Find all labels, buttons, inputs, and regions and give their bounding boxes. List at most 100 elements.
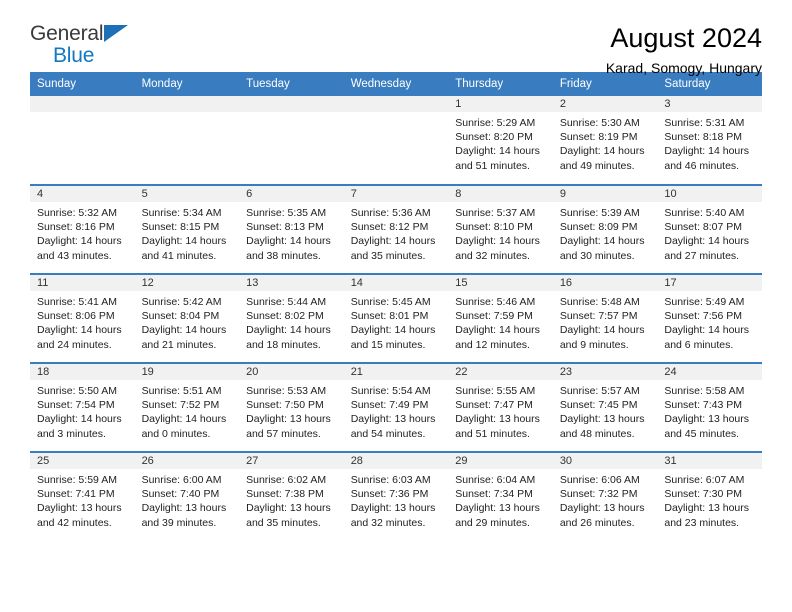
day-cell[interactable]: 27 Sunrise: 6:02 AM Sunset: 7:38 PM Dayligh… xyxy=(239,451,344,541)
day-daylight1-text: Daylight: 14 hours xyxy=(37,235,122,248)
day-sunset-text: Sunset: 8:18 PM xyxy=(664,131,743,144)
day-details: Sunrise: 5:34 AM Sunset: 8:15 PM Daylight:… xyxy=(135,202,240,263)
day-daylight1-text: Daylight: 13 hours xyxy=(455,502,540,515)
day-sunset-text: Sunset: 7:57 PM xyxy=(559,310,638,323)
day-cell[interactable]: 9 Sunrise: 5:39 AM Sunset: 8:09 PM Daylight… xyxy=(552,184,658,274)
day-sunrise-text: Sunrise: 6:06 AM xyxy=(559,474,640,486)
day-cell[interactable]: 26 Sunrise: 6:00 AM Sunset: 7:40 PM Dayligh… xyxy=(134,451,240,541)
day-cell[interactable]: 15 Sunrise: 5:46 AM Sunset: 7:59 PM Dayligh… xyxy=(448,273,553,363)
day-number: 14 xyxy=(343,275,449,291)
day-details: Sunrise: 5:39 AM Sunset: 8:09 PM Daylight:… xyxy=(553,202,658,263)
day-daylight2-text: and 41 minutes. xyxy=(141,249,217,262)
day-sunset-text: Sunset: 7:45 PM xyxy=(559,399,638,412)
week-row: 25 Sunrise: 5:59 AM Sunset: 7:41 PM Dayligh… xyxy=(30,451,762,541)
calendar-table: Sunday Monday Tuesday Wednesday Thursday Frid… xyxy=(30,72,762,541)
day-cell-empty xyxy=(134,96,240,185)
day-daylight2-text: and 26 minutes. xyxy=(559,516,635,529)
day-daylight2-text: and 46 minutes. xyxy=(664,159,740,172)
day-sunrise-text: Sunrise: 5:58 AM xyxy=(664,385,745,397)
day-cell[interactable]: 11 Sunrise: 5:41 AM Sunset: 8:06 PM Dayligh… xyxy=(30,273,135,363)
day-cell[interactable]: 1 Sunrise: 5:29 AM Sunset: 8:20 PM Daylight… xyxy=(448,96,553,185)
day-sunset-text: Sunset: 7:54 PM xyxy=(37,399,115,412)
day-daylight2-text: and 39 minutes. xyxy=(141,516,217,529)
day-sunset-text: Sunset: 8:06 PM xyxy=(37,310,115,323)
day-daylight2-text: and 15 minutes. xyxy=(350,338,426,351)
day-cell[interactable]: 28 Sunrise: 6:03 AM Sunset: 7:36 PM Dayligh… xyxy=(343,451,449,541)
day-details: Sunrise: 5:30 AM Sunset: 8:19 PM Daylight:… xyxy=(553,112,658,173)
day-cell[interactable]: 21 Sunrise: 5:54 AM Sunset: 7:49 PM Dayligh… xyxy=(343,362,449,452)
day-cell[interactable]: 20 Sunrise: 5:53 AM Sunset: 7:50 PM Dayligh… xyxy=(239,362,344,452)
day-cell[interactable]: 6 Sunrise: 5:35 AM Sunset: 8:13 PM Daylight… xyxy=(239,184,344,274)
day-sunset-text: Sunset: 8:09 PM xyxy=(559,221,638,234)
day-daylight1-text: Daylight: 13 hours xyxy=(559,413,645,426)
day-number: 15 xyxy=(448,275,553,291)
day-cell[interactable]: 22 Sunrise: 5:55 AM Sunset: 7:47 PM Dayligh… xyxy=(448,362,553,452)
day-cell[interactable]: 2 Sunrise: 5:30 AM Sunset: 8:19 PM Daylight… xyxy=(552,96,658,185)
day-cell[interactable]: 24 Sunrise: 5:58 AM Sunset: 7:43 PM Dayligh… xyxy=(657,362,762,452)
day-cell[interactable]: 16 Sunrise: 5:48 AM Sunset: 7:57 PM Dayligh… xyxy=(552,273,658,363)
day-cell[interactable]: 25 Sunrise: 5:59 AM Sunset: 7:41 PM Dayligh… xyxy=(30,451,135,541)
day-daylight1-text: Daylight: 14 hours xyxy=(246,324,331,337)
day-daylight2-text: and 27 minutes. xyxy=(664,249,740,262)
day-cell[interactable]: 8 Sunrise: 5:37 AM Sunset: 8:10 PM Daylight… xyxy=(448,184,553,274)
day-daylight1-text: Daylight: 14 hours xyxy=(37,324,122,337)
day-details: Sunrise: 5:40 AM Sunset: 8:07 PM Daylight:… xyxy=(657,202,762,263)
day-details: Sunrise: 5:48 AM Sunset: 7:57 PM Daylight:… xyxy=(553,291,658,352)
day-cell[interactable]: 3 Sunrise: 5:31 AM Sunset: 8:18 PM Daylight… xyxy=(657,96,762,185)
day-sunset-text: Sunset: 8:04 PM xyxy=(141,310,220,323)
day-sunset-text: Sunset: 7:38 PM xyxy=(246,488,324,501)
day-cell[interactable]: 13 Sunrise: 5:44 AM Sunset: 8:02 PM Dayligh… xyxy=(239,273,344,363)
day-cell[interactable]: 19 Sunrise: 5:51 AM Sunset: 7:52 PM Dayligh… xyxy=(134,362,240,452)
day-sunrise-text: Sunrise: 5:41 AM xyxy=(37,296,117,308)
day-cell[interactable]: 7 Sunrise: 5:36 AM Sunset: 8:12 PM Daylight… xyxy=(343,184,449,274)
day-number: 19 xyxy=(134,364,240,380)
day-sunset-text: Sunset: 7:30 PM xyxy=(664,488,743,501)
day-sunrise-text: Sunrise: 5:48 AM xyxy=(559,296,640,308)
day-cell[interactable]: 5 Sunrise: 5:34 AM Sunset: 8:15 PM Daylight… xyxy=(134,184,240,274)
day-daylight2-text: and 6 minutes. xyxy=(664,338,734,351)
day-number: 6 xyxy=(239,186,344,202)
day-sunset-text: Sunset: 7:56 PM xyxy=(664,310,743,323)
day-number: 13 xyxy=(239,275,344,291)
day-daylight2-text: and 3 minutes. xyxy=(37,427,106,440)
day-number: 18 xyxy=(30,364,135,380)
day-number: 29 xyxy=(448,453,553,469)
day-daylight1-text: Daylight: 14 hours xyxy=(350,235,436,248)
day-cell[interactable]: 31 Sunrise: 6:07 AM Sunset: 7:30 PM Dayligh… xyxy=(657,451,762,541)
day-details: Sunrise: 5:45 AM Sunset: 8:01 PM Daylight:… xyxy=(344,291,449,352)
week-row: 18 Sunrise: 5:50 AM Sunset: 7:54 PM Dayligh… xyxy=(30,362,762,452)
day-daylight1-text: Daylight: 14 hours xyxy=(559,145,645,158)
day-daylight2-text: and 49 minutes. xyxy=(559,159,635,172)
day-cell[interactable]: 12 Sunrise: 5:42 AM Sunset: 8:04 PM Dayligh… xyxy=(134,273,240,363)
day-sunrise-text: Sunrise: 5:37 AM xyxy=(455,207,536,219)
day-cell[interactable]: 17 Sunrise: 5:49 AM Sunset: 7:56 PM Dayligh… xyxy=(657,273,762,363)
day-sunrise-text: Sunrise: 5:29 AM xyxy=(455,117,536,129)
day-number xyxy=(239,96,344,112)
day-sunrise-text: Sunrise: 5:55 AM xyxy=(455,385,536,397)
day-daylight1-text: Daylight: 14 hours xyxy=(664,324,750,337)
day-number: 2 xyxy=(552,96,658,112)
page-title: August 2024 xyxy=(610,23,762,53)
day-sunset-text: Sunset: 7:40 PM xyxy=(141,488,220,501)
day-sunrise-text: Sunrise: 5:32 AM xyxy=(37,207,117,219)
day-sunset-text: Sunset: 8:15 PM xyxy=(141,221,220,234)
day-sunrise-text: Sunrise: 5:31 AM xyxy=(664,117,745,129)
calendar-body: 1 Sunrise: 5:29 AM Sunset: 8:20 PM Daylight… xyxy=(30,96,762,541)
day-daylight2-text: and 18 minutes. xyxy=(246,338,321,351)
day-daylight2-text: and 21 minutes. xyxy=(141,338,217,351)
day-sunset-text: Sunset: 8:02 PM xyxy=(246,310,324,323)
day-cell[interactable]: 10 Sunrise: 5:40 AM Sunset: 8:07 PM Dayligh… xyxy=(657,184,762,274)
day-cell[interactable]: 14 Sunrise: 5:45 AM Sunset: 8:01 PM Dayligh… xyxy=(343,273,449,363)
day-daylight2-text: and 32 minutes. xyxy=(350,516,426,529)
day-daylight1-text: Daylight: 14 hours xyxy=(664,235,750,248)
day-cell[interactable]: 4 Sunrise: 5:32 AM Sunset: 8:16 PM Daylight… xyxy=(30,184,135,274)
day-details: Sunrise: 5:29 AM Sunset: 8:20 PM Daylight:… xyxy=(448,112,553,173)
day-cell[interactable]: 18 Sunrise: 5:50 AM Sunset: 7:54 PM Dayligh… xyxy=(30,362,135,452)
day-cell[interactable]: 23 Sunrise: 5:57 AM Sunset: 7:45 PM Dayligh… xyxy=(552,362,658,452)
day-daylight1-text: Daylight: 14 hours xyxy=(455,145,540,158)
day-sunset-text: Sunset: 7:34 PM xyxy=(455,488,533,501)
day-cell[interactable]: 29 Sunrise: 6:04 AM Sunset: 7:34 PM Dayligh… xyxy=(448,451,553,541)
day-daylight1-text: Daylight: 13 hours xyxy=(246,413,331,426)
day-details: Sunrise: 6:04 AM Sunset: 7:34 PM Daylight:… xyxy=(448,469,553,530)
day-cell[interactable]: 30 Sunrise: 6:06 AM Sunset: 7:32 PM Dayligh… xyxy=(552,451,658,541)
